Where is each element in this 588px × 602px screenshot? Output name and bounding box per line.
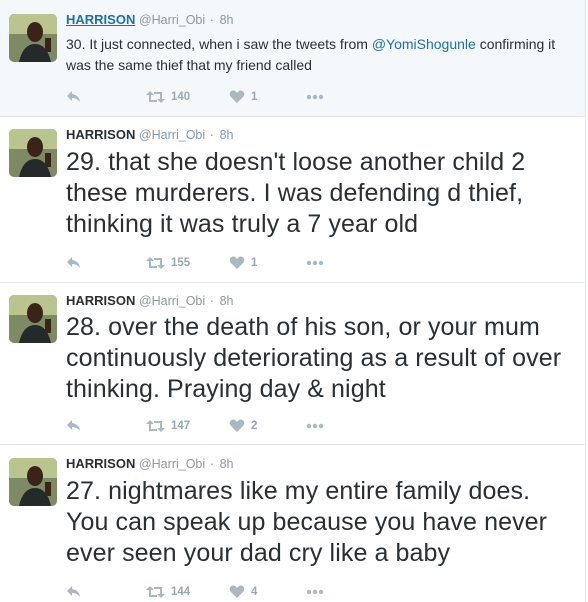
like-button[interactable]: 2	[229, 416, 257, 436]
retweet-button[interactable]: 147	[146, 416, 190, 436]
user-fullname[interactable]: HARRISON	[66, 293, 135, 308]
retweet-icon	[146, 256, 165, 270]
tweet-text: 29. that she doesn't loose another child…	[66, 148, 526, 238]
avatar[interactable]	[9, 14, 57, 62]
user-fullname[interactable]: HARRISON	[66, 12, 135, 27]
tweet-header: HARRISON @Harri_Obi · 8h	[66, 127, 233, 142]
more-icon	[306, 589, 324, 595]
reply-icon	[66, 256, 82, 270]
retweet-icon	[146, 90, 165, 104]
tweet-text: 27. nightmares like my entire family doe…	[66, 477, 548, 567]
more-icon	[306, 94, 324, 100]
retweet-button[interactable]: 144	[146, 582, 190, 602]
separator: ·	[209, 294, 214, 308]
tweet-timestamp[interactable]: 8h	[220, 294, 234, 308]
reply-button[interactable]	[66, 416, 82, 436]
tweet-header: HARRISON @Harri_Obi · 8h	[66, 12, 233, 27]
tweet-timestamp[interactable]: 8h	[220, 128, 234, 142]
like-button[interactable]: 1	[229, 253, 257, 273]
avatar[interactable]	[9, 458, 57, 506]
heart-icon	[229, 585, 245, 599]
user-handle[interactable]: @Harri_Obi	[139, 294, 205, 308]
retweet-count: 144	[171, 586, 191, 598]
tweet[interactable]: HARRISON @Harri_Obi · 8h 29. that she do…	[0, 117, 586, 283]
tweet-text-part: 30. It just connected, when i saw the tw…	[66, 36, 372, 52]
tweet[interactable]: HARRISON @Harri_Obi · 8h 30. It just con…	[0, 0, 586, 117]
avatar[interactable]	[9, 295, 57, 343]
more-icon	[306, 260, 324, 266]
heart-icon	[229, 419, 245, 433]
reply-button[interactable]	[66, 582, 82, 602]
reply-button[interactable]	[66, 253, 82, 273]
retweet-count: 147	[171, 420, 191, 432]
tweet-text: 30. It just connected, when i saw the tw…	[66, 34, 576, 76]
tweet-actions: 147 2	[66, 416, 366, 436]
tweet-timeline: HARRISON @Harri_Obi · 8h 30. It just con…	[0, 0, 588, 602]
like-count: 4	[251, 586, 258, 598]
separator: ·	[209, 128, 214, 142]
user-fullname[interactable]: HARRISON	[66, 127, 135, 142]
tweet[interactable]: HARRISON @Harri_Obi · 8h 28. over the de…	[0, 283, 586, 445]
like-count: 2	[251, 420, 258, 432]
heart-icon	[229, 90, 245, 104]
retweet-count: 155	[171, 257, 191, 269]
retweet-button[interactable]: 155	[146, 253, 190, 273]
reply-icon	[66, 90, 82, 104]
more-button[interactable]	[306, 416, 324, 436]
more-button[interactable]	[306, 253, 324, 273]
user-handle[interactable]: @Harri_Obi	[139, 457, 205, 471]
separator: ·	[209, 457, 214, 471]
user-handle[interactable]: @Harri_Obi	[139, 13, 205, 27]
like-count: 1	[251, 91, 258, 103]
tweet-timestamp[interactable]: 8h	[220, 457, 234, 471]
more-icon	[306, 423, 324, 429]
tweet-text: 28. over the death of his son, or your m…	[66, 313, 562, 403]
retweet-button[interactable]: 140	[146, 87, 190, 107]
like-button[interactable]: 4	[229, 582, 257, 602]
reply-button[interactable]	[66, 87, 82, 107]
separator: ·	[209, 13, 214, 27]
retweet-icon	[146, 585, 165, 599]
retweet-count: 140	[171, 91, 191, 103]
tweet-actions: 155 1	[66, 253, 366, 273]
tweet-actions: 144 4	[66, 582, 366, 602]
tweet-header: HARRISON @Harri_Obi · 8h	[66, 293, 233, 308]
user-handle[interactable]: @Harri_Obi	[139, 128, 205, 142]
reply-icon	[66, 419, 82, 433]
user-fullname[interactable]: HARRISON	[66, 456, 135, 471]
more-button[interactable]	[306, 87, 324, 107]
like-count: 1	[251, 257, 258, 269]
avatar[interactable]	[9, 129, 57, 177]
reply-icon	[66, 585, 82, 599]
retweet-icon	[146, 419, 165, 433]
tweet-actions: 140 1	[66, 87, 366, 107]
mention-link[interactable]: @YomiShogunle	[372, 36, 476, 52]
tweet[interactable]: HARRISON @Harri_Obi · 8h 27. nightmares …	[0, 445, 586, 602]
tweet-timestamp[interactable]: 8h	[220, 13, 234, 27]
more-button[interactable]	[306, 582, 324, 602]
tweet-header: HARRISON @Harri_Obi · 8h	[66, 456, 233, 471]
heart-icon	[229, 256, 245, 270]
like-button[interactable]: 1	[229, 87, 257, 107]
